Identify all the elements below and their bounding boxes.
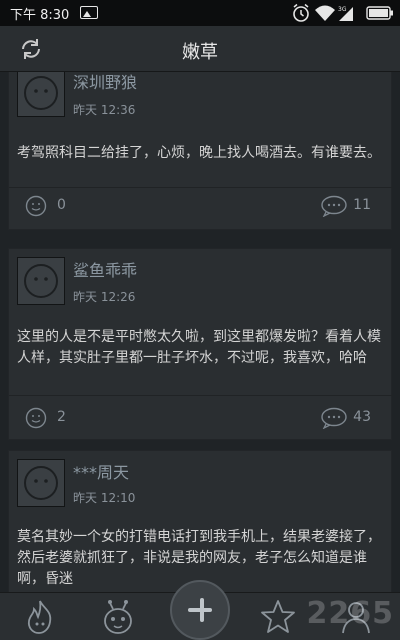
comment-bubble-icon[interactable] [321,195,347,217]
avatar-placeholder-icon [24,466,58,500]
comment-bubble-icon[interactable] [321,407,347,429]
avatar[interactable] [17,459,65,507]
post-text: 考驾照科目二给挂了，心烦，晚上找人喝酒去。有谁要去。 [17,145,381,161]
app-screen: 下午 8:30 3G 嫩草 深圳野狼 昨天 12:36 考驾照科目二给挂了，心烦… [0,0,400,640]
alarm-icon [293,3,309,22]
post-feed[interactable]: 深圳野狼 昨天 12:36 考驾照科目二给挂了，心烦，晚上找人喝酒去。有谁要去。… [0,72,400,592]
avatar[interactable] [17,257,65,305]
signal-icon: 3G [338,6,353,21]
status-time: 下午 8:30 [10,8,70,23]
avatar-placeholder-icon [24,76,58,110]
add-post-button[interactable] [170,580,230,640]
avatar-placeholder-icon [24,264,58,298]
post-card[interactable]: 深圳野狼 昨天 12:36 考驾照科目二给挂了，心烦，晚上找人喝酒去。有谁要去。… [8,72,393,230]
like-count: 2 [57,409,66,425]
post-author[interactable]: 鲨鱼乖乖 [73,257,137,281]
like-smiley-icon[interactable] [25,195,47,217]
fire-icon[interactable] [20,597,60,637]
wifi-icon [315,5,335,21]
post-time: 昨天 12:26 [73,290,136,304]
svg-text:3G: 3G [338,6,347,13]
post-time: 昨天 12:36 [73,103,136,117]
alien-icon[interactable] [98,597,138,637]
watermark-logo: 2265 [306,596,394,631]
like-smiley-icon[interactable] [25,407,47,429]
avatar[interactable] [17,72,65,117]
page-title: 嫩草 [182,42,218,63]
post-text: 这里的人是不是平时憋太久啦，到这里都爆发啦？看着人模人样，其实肚子里都一肚子坏水… [17,329,381,366]
divider [9,187,393,188]
post-author[interactable]: 深圳野狼 [73,72,137,93]
like-count: 0 [57,197,66,213]
comment-count: 43 [353,409,371,425]
star-icon[interactable] [258,597,298,637]
status-bar: 下午 8:30 3G [0,0,400,26]
app-header: 嫩草 [0,26,400,72]
post-time: 昨天 12:10 [73,491,136,505]
image-notification-icon [80,6,98,19]
post-author[interactable]: ***周天 [73,459,129,483]
post-card[interactable]: ***周天 昨天 12:10 莫名其妙一个女的打错电话打到我手机上，结果老婆接了… [8,450,392,592]
post-card[interactable]: 鲨鱼乖乖 昨天 12:26 这里的人是不是平时憋太久啦，到这里都爆发啦？看着人模… [8,248,393,440]
comment-count: 11 [353,197,371,213]
divider [9,395,393,396]
battery-icon [366,6,393,20]
